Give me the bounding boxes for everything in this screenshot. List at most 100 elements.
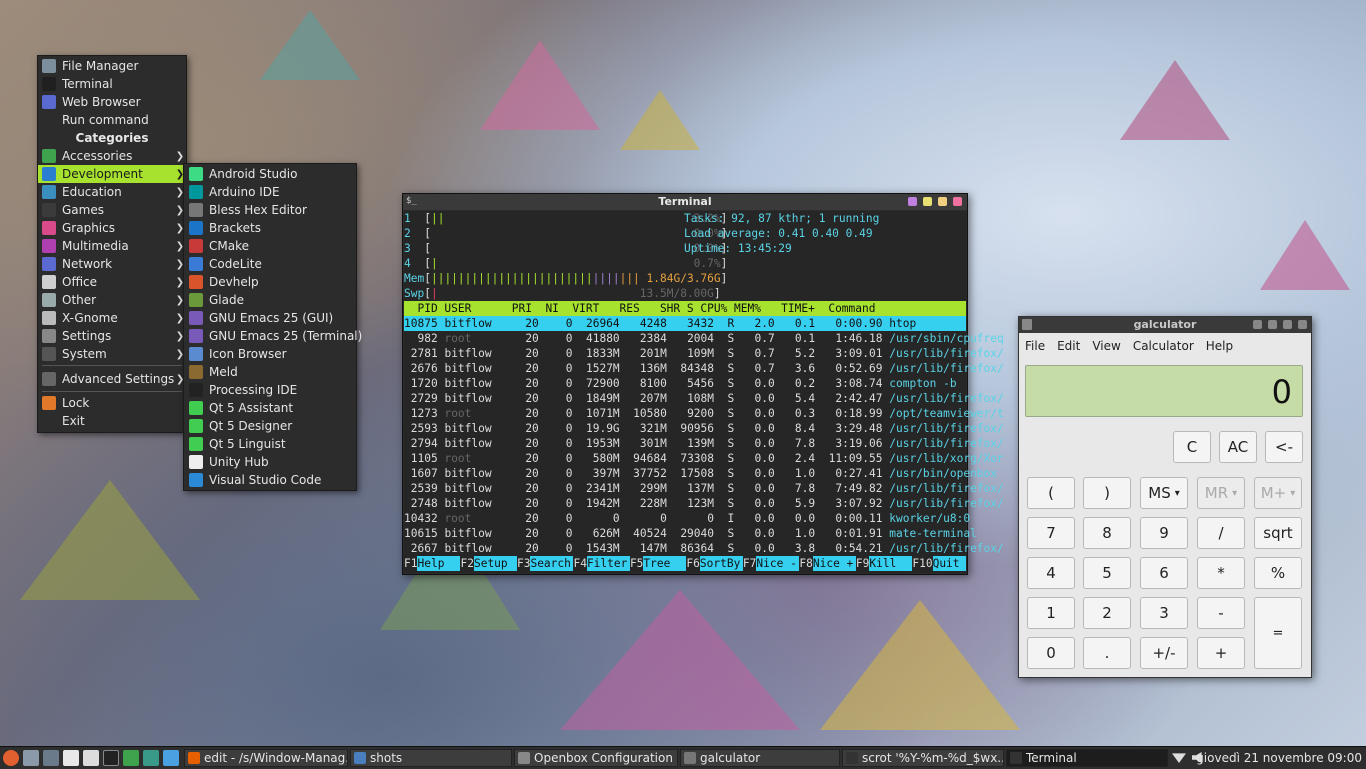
close-button[interactable]	[1298, 320, 1307, 329]
file-manager-launcher-icon[interactable]	[23, 750, 39, 766]
lock-launcher-icon[interactable]	[143, 750, 159, 766]
memory-recall-button[interactable]: MR ▾	[1197, 477, 1245, 509]
submenu-item[interactable]: Qt 5 Linguist	[184, 435, 356, 453]
memory-add-button[interactable]: M+ ▾	[1254, 477, 1302, 509]
maximize-button[interactable]	[938, 197, 947, 206]
settings-launcher-icon[interactable]	[43, 750, 59, 766]
submenu-item[interactable]: Bless Hex Editor	[184, 201, 356, 219]
submenu-item[interactable]: Glade	[184, 291, 356, 309]
menu-item[interactable]: Web Browser	[38, 93, 186, 111]
key-button[interactable]: 1	[1027, 597, 1075, 629]
key-button[interactable]: 9	[1140, 517, 1188, 549]
desktop-launcher-icon[interactable]	[163, 750, 179, 766]
submenu-item[interactable]: Processing IDE	[184, 381, 356, 399]
submenu-item[interactable]: GNU Emacs 25 (GUI)	[184, 309, 356, 327]
taskbar-task[interactable]: Terminal	[1006, 749, 1168, 767]
key-button[interactable]: .	[1083, 637, 1131, 669]
submenu-item[interactable]: Arduino IDE	[184, 183, 356, 201]
shade-button[interactable]	[908, 197, 917, 206]
menu-launcher-icon[interactable]	[3, 750, 19, 766]
submenu-item[interactable]: GNU Emacs 25 (Terminal)	[184, 327, 362, 345]
close-button[interactable]	[953, 197, 962, 206]
menu-category-network[interactable]: Network ❯	[38, 255, 186, 273]
menu-category-education[interactable]: Education ❯	[38, 183, 186, 201]
key-button[interactable]: +	[1197, 637, 1245, 669]
menu-calculator[interactable]: Calculator	[1133, 339, 1194, 353]
document-launcher-icon[interactable]	[63, 750, 79, 766]
iconify-button[interactable]	[923, 197, 932, 206]
equals-button[interactable]: =	[1254, 597, 1302, 669]
network-icon[interactable]	[1172, 753, 1186, 763]
menu-item[interactable]: Terminal	[38, 75, 186, 93]
clear-button[interactable]: C	[1173, 431, 1211, 463]
menu-help[interactable]: Help	[1206, 339, 1233, 353]
open-paren-button[interactable]: (	[1027, 477, 1075, 509]
submenu-item[interactable]: Qt 5 Designer	[184, 417, 356, 435]
menu-category-graphics[interactable]: Graphics ❯	[38, 219, 186, 237]
key-button[interactable]: 7	[1027, 517, 1075, 549]
key-button[interactable]: -	[1197, 597, 1245, 629]
menu-file[interactable]: File	[1025, 339, 1045, 353]
menu-category-development[interactable]: Development ❯	[38, 165, 186, 183]
all-clear-button[interactable]: AC	[1219, 431, 1257, 463]
key-button[interactable]: sqrt	[1254, 517, 1302, 549]
menu-item-advanced-settings[interactable]: Advanced Settings ❯	[38, 370, 186, 388]
submenu-item[interactable]: Unity Hub	[184, 453, 356, 471]
submenu-item[interactable]: Visual Studio Code	[184, 471, 356, 489]
menu-category-settings[interactable]: Settings ❯	[38, 327, 186, 345]
submenu-item[interactable]: Icon Browser	[184, 345, 356, 363]
key-button[interactable]: 3	[1140, 597, 1188, 629]
key-button[interactable]: 6	[1140, 557, 1188, 589]
key-button[interactable]: *	[1197, 557, 1245, 589]
taskbar-task[interactable]: edit - /s/Window-Manag...	[184, 749, 348, 767]
menu-view[interactable]: View	[1092, 339, 1120, 353]
taskbar-task[interactable]: scrot '%Y-%m-%d_$wx...	[842, 749, 1004, 767]
menu-item[interactable]: Run command	[38, 111, 186, 129]
taskbar-task[interactable]: galculator	[680, 749, 840, 767]
key-button[interactable]: 4	[1027, 557, 1075, 589]
maximize-button[interactable]	[1283, 320, 1292, 329]
submenu-item[interactable]: Meld	[184, 363, 356, 381]
shade-button[interactable]	[1253, 320, 1262, 329]
menu-item[interactable]: File Manager	[38, 57, 186, 75]
submenu-item[interactable]: Qt 5 Assistant	[184, 399, 356, 417]
terminal-body[interactable]: 1 [|| 3.2%] 2 [ 0.0%] 3 [ 0.0%] 4 [| 0.7%] M…	[404, 211, 1004, 573]
terminal-titlebar[interactable]: $_ Terminal	[403, 194, 967, 210]
task-icon	[1010, 752, 1022, 764]
close-paren-button[interactable]: )	[1083, 477, 1131, 509]
submenu-item[interactable]: Android Studio	[184, 165, 356, 183]
menu-category-system[interactable]: System ❯	[38, 345, 186, 363]
key-button[interactable]: 2	[1083, 597, 1131, 629]
clock[interactable]: giovedì 21 novembre 09:00	[1196, 751, 1362, 765]
submenu-item[interactable]: Devhelp	[184, 273, 356, 291]
menu-category-multimedia[interactable]: Multimedia ❯	[38, 237, 186, 255]
menu-item-lock[interactable]: Lock	[38, 394, 186, 412]
menu-category-other[interactable]: Other ❯	[38, 291, 186, 309]
memory-store-button[interactable]: MS ▾	[1140, 477, 1188, 509]
key-button[interactable]: 5	[1083, 557, 1131, 589]
key-button[interactable]: 8	[1083, 517, 1131, 549]
key-button[interactable]: +/-	[1140, 637, 1188, 669]
terminal-launcher-icon[interactable]	[103, 750, 119, 766]
galculator-titlebar[interactable]: galculator	[1019, 317, 1311, 333]
menu-edit[interactable]: Edit	[1057, 339, 1080, 353]
menu-category-office[interactable]: Office ❯	[38, 273, 186, 291]
taskbar-task[interactable]: Openbox Configuration ...	[514, 749, 678, 767]
key-button[interactable]: %	[1254, 557, 1302, 589]
key-button[interactable]: 0	[1027, 637, 1075, 669]
taskbar-task[interactable]: shots	[350, 749, 512, 767]
menu-category-label: Other	[62, 293, 97, 307]
folder-launcher-icon[interactable]	[123, 750, 139, 766]
menu-item-exit[interactable]: Exit	[38, 412, 186, 430]
menu-category-accessories[interactable]: Accessories ❯	[38, 147, 186, 165]
submenu-item[interactable]: Brackets	[184, 219, 356, 237]
menu-category-games[interactable]: Games ❯	[38, 201, 186, 219]
menu-category-x-gnome[interactable]: X-Gnome ❯	[38, 309, 186, 327]
backspace-button[interactable]: <-	[1265, 431, 1303, 463]
pdf-launcher-icon[interactable]	[83, 750, 99, 766]
submenu-item[interactable]: CodeLite	[184, 255, 356, 273]
key-button[interactable]: /	[1197, 517, 1245, 549]
iconify-button[interactable]	[1268, 320, 1277, 329]
submenu-item[interactable]: CMake	[184, 237, 356, 255]
